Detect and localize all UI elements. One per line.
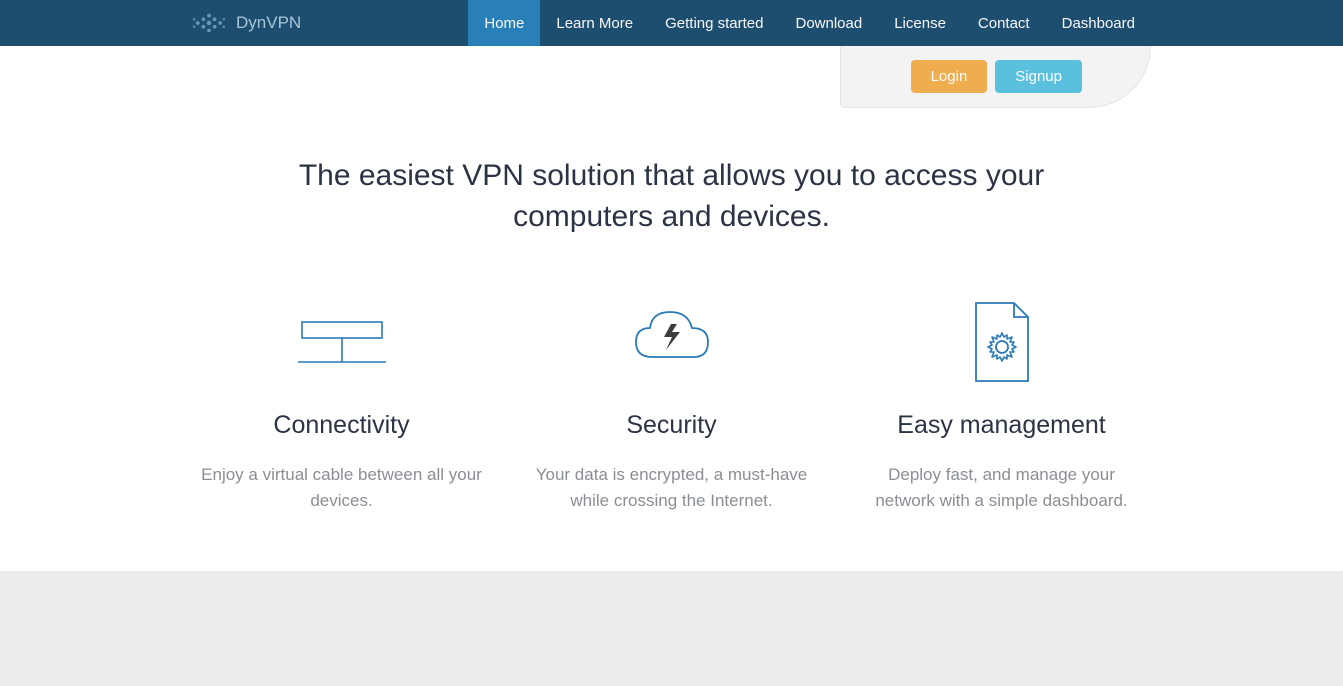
brand-logo-icon [190,10,228,36]
management-icon [857,297,1147,387]
security-icon [527,297,817,387]
feature-title: Easy management [857,411,1147,440]
footer-space [0,571,1343,686]
features-row: Connectivity Enjoy a virtual cable betwe… [172,267,1172,571]
feature-title: Connectivity [197,411,487,440]
login-button[interactable]: Login [911,60,988,93]
brand-link[interactable]: DynVPN [190,10,301,36]
feature-desc: Deploy fast, and manage your network wit… [857,462,1147,515]
navbar: DynVPN Home Learn More Getting started D… [0,0,1343,46]
brand-name: DynVPN [236,13,301,33]
auth-bar: Login Signup [840,46,1151,108]
feature-connectivity: Connectivity Enjoy a virtual cable betwe… [177,297,507,515]
nav-item-dashboard[interactable]: Dashboard [1046,0,1151,46]
hero-headline: The easiest VPN solution that allows you… [262,156,1082,237]
signup-button[interactable]: Signup [995,60,1082,93]
nav-item-learn-more[interactable]: Learn More [540,0,649,46]
feature-title: Security [527,411,817,440]
feature-management: Easy management Deploy fast, and manage … [837,297,1167,515]
hero: The easiest VPN solution that allows you… [0,108,1343,267]
feature-desc: Enjoy a virtual cable between all your d… [197,462,487,515]
nav-menu: Home Learn More Getting started Download… [468,0,1151,46]
nav-item-home[interactable]: Home [468,0,540,46]
feature-desc: Your data is encrypted, a must-have whil… [527,462,817,515]
nav-item-download[interactable]: Download [779,0,878,46]
nav-item-contact[interactable]: Contact [962,0,1046,46]
connectivity-icon [197,297,487,387]
nav-item-license[interactable]: License [878,0,962,46]
feature-security: Security Your data is encrypted, a must-… [507,297,837,515]
auth-bar-wrap: Login Signup [0,46,1343,108]
nav-item-getting-started[interactable]: Getting started [649,0,779,46]
